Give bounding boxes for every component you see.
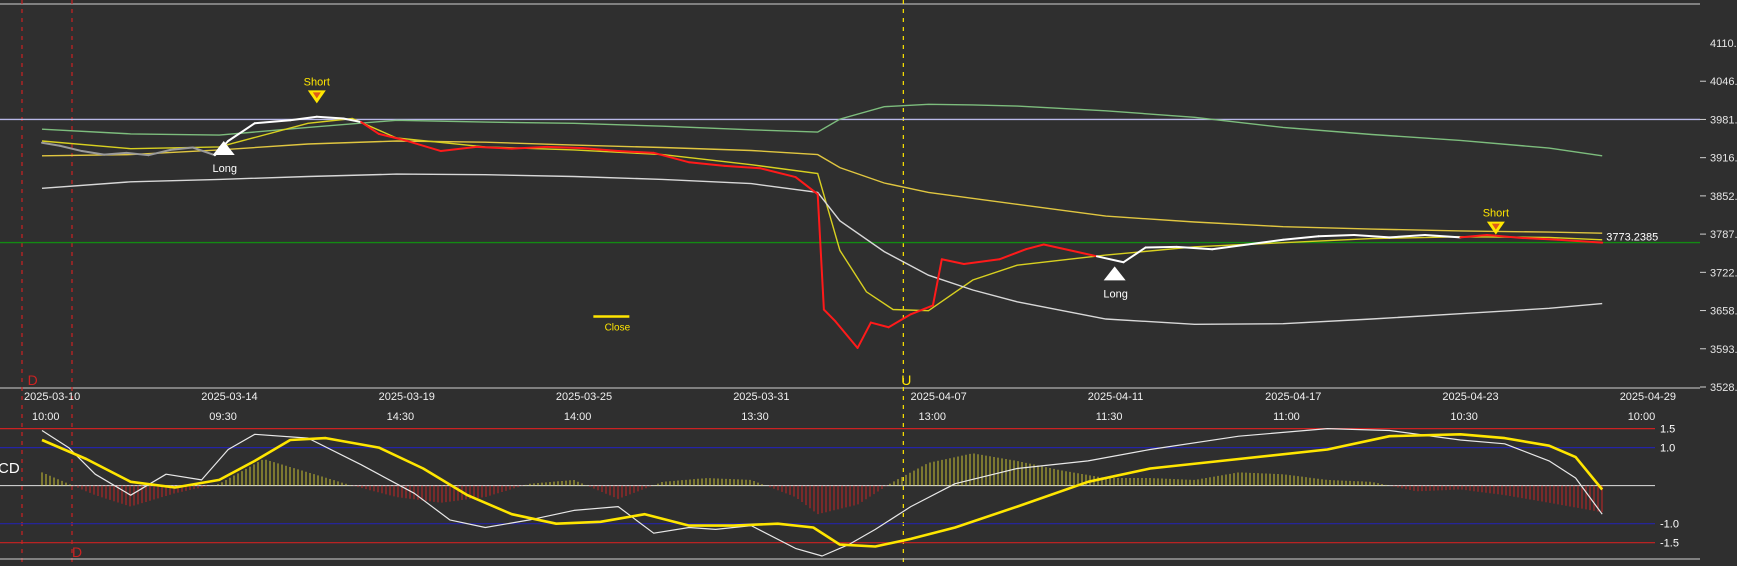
time-axis-date: 2025-03-31 xyxy=(733,391,789,403)
price-axis-label: 4110.72 xyxy=(1710,38,1737,50)
time-axis-date: 2025-03-10 xyxy=(24,391,80,403)
price-axis-label: 3722.90 xyxy=(1710,267,1737,279)
time-axis-time: 11:30 xyxy=(1096,411,1123,423)
downturn-marker-letter: D xyxy=(28,372,38,388)
price-axis-label: 4046.09 xyxy=(1710,76,1737,88)
time-axis-time: 10:00 xyxy=(32,411,60,423)
time-axis-time: 10:30 xyxy=(1450,411,1478,423)
time-axis-date: 2025-03-25 xyxy=(556,391,612,403)
price-line-segment xyxy=(546,145,584,150)
chart-background xyxy=(0,0,1737,566)
price-axis-label: 3916.81 xyxy=(1710,153,1737,165)
oscillator-axis-label: -1.0 xyxy=(1660,519,1679,531)
time-axis-time: 10:00 xyxy=(1628,411,1656,423)
price-axis-label: 3658.27 xyxy=(1710,306,1737,318)
trading-chart[interactable]: Long Short Close Long Short D U 4046.09 3981.45… xyxy=(0,0,1737,566)
price-axis-label: 3787.54 xyxy=(1710,229,1737,241)
time-axis-time: 09:30 xyxy=(209,411,237,423)
time-axis-time: 14:00 xyxy=(564,411,592,423)
time-axis-date: 2025-04-17 xyxy=(1265,391,1321,403)
short-signal-label: Short xyxy=(1483,208,1509,220)
price-line-segment xyxy=(1144,245,1178,249)
oscillator-name-label: CD xyxy=(0,460,20,477)
price-axis-label: 3593.63 xyxy=(1710,344,1737,356)
last-price-label: 3773.2385 xyxy=(1606,232,1658,244)
price-axis-label: 3528.99 xyxy=(1710,382,1737,394)
short-signal-label: Short xyxy=(304,76,330,88)
time-axis-date: 2025-04-11 xyxy=(1088,391,1143,403)
long-signal-label: Long xyxy=(212,163,236,175)
price-axis-label: 3852.18 xyxy=(1710,191,1737,203)
time-axis-date: 2025-03-19 xyxy=(379,391,435,403)
downturn-marker-letter: D xyxy=(72,544,82,560)
oscillator-axis-label: 1.5 xyxy=(1660,424,1675,436)
time-axis-time: 11:00 xyxy=(1273,411,1300,423)
time-axis-time: 13:00 xyxy=(919,411,947,423)
time-axis-date: 2025-04-23 xyxy=(1442,391,1498,403)
time-axis-date: 2025-04-29 xyxy=(1620,391,1676,403)
close-signal-label: Close xyxy=(605,322,631,333)
oscillator-axis-label: 1.0 xyxy=(1660,443,1675,455)
price-line-segment xyxy=(1317,234,1356,238)
time-axis-date: 2025-03-14 xyxy=(201,391,257,403)
time-axis-date: 2025-04-07 xyxy=(911,391,967,403)
time-axis-time: 14:30 xyxy=(387,411,415,423)
long-signal-label: Long xyxy=(1103,288,1127,300)
price-axis-label: 3981.45 xyxy=(1710,114,1737,126)
upturn-marker-letter: U xyxy=(901,372,911,388)
oscillator-axis-label: -1.5 xyxy=(1660,538,1679,550)
time-axis-time: 13:30 xyxy=(741,411,769,423)
